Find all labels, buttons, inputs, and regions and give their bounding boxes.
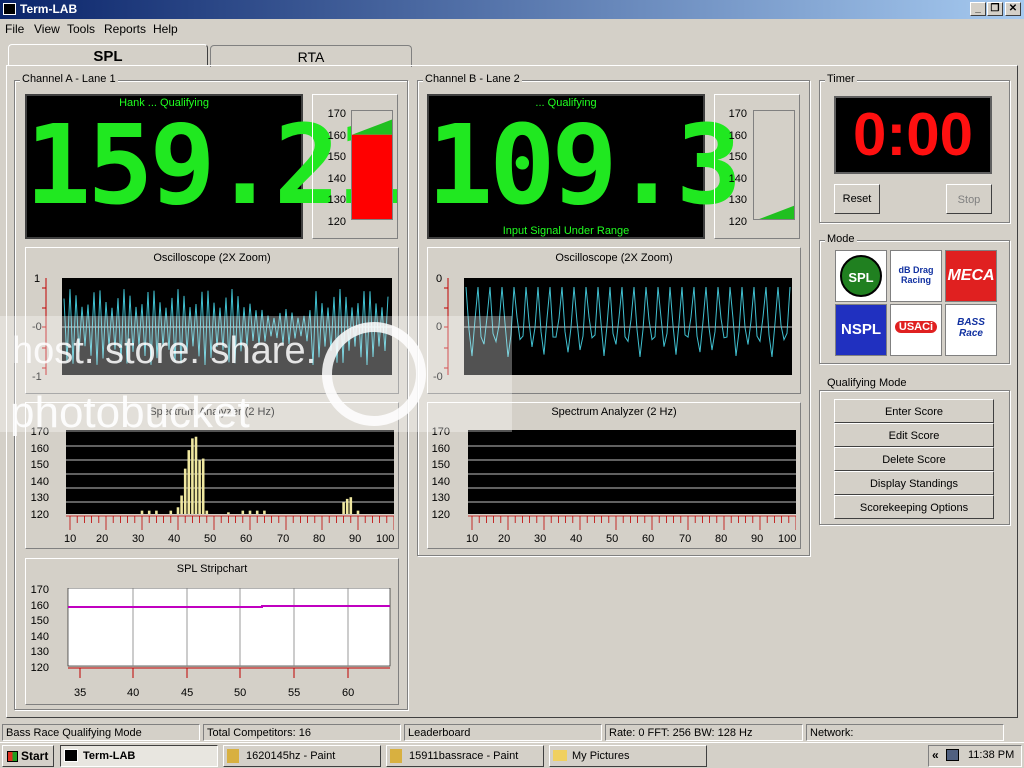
window-title: Term-LAB bbox=[20, 2, 78, 16]
menu-help[interactable]: Help bbox=[153, 22, 178, 36]
channel-a-level-scale: 170 160 150 140 130 120 bbox=[327, 108, 346, 228]
tab-spl[interactable]: SPL bbox=[8, 44, 208, 66]
channel-a-spectrum-y-axis: 170 160 150 140 130 120 bbox=[30, 426, 49, 521]
channel-b-note: Input Signal Under Range bbox=[502, 225, 630, 237]
display-standings-button[interactable]: Display Standings bbox=[834, 471, 994, 495]
mode-meca-icon[interactable]: MECA bbox=[945, 250, 997, 302]
start-label: Start bbox=[21, 749, 49, 763]
scorekeeping-options-button[interactable]: Scorekeeping Options bbox=[834, 495, 994, 519]
menu-reports[interactable]: Reports bbox=[104, 22, 146, 36]
channel-a-stripchart-title: SPL Stripchart bbox=[176, 563, 248, 575]
channel-a-spectrum-x-labels: 10 20 30 40 50 60 70 80 90 100 bbox=[64, 533, 395, 545]
channel-b-spectrum-x-ticks bbox=[468, 515, 796, 530]
channel-b-level-bar bbox=[753, 110, 795, 220]
windows-logo-icon bbox=[7, 751, 18, 762]
channel-b-spectrum-title: Spectrum Analyzer (2 Hz) bbox=[551, 406, 677, 418]
channel-b-spectrum-screen bbox=[468, 430, 796, 514]
channel-a-strip-line bbox=[68, 605, 390, 608]
status-mode: Bass Race Qualifying Mode bbox=[2, 724, 200, 741]
channel-a-osc-tick-mid: -0 bbox=[32, 321, 42, 333]
channel-a-stripchart bbox=[67, 588, 391, 678]
channel-b-spl-value: 109.3 bbox=[427, 101, 742, 229]
channel-a-level-bar-svg bbox=[352, 119, 392, 219]
menu-file[interactable]: File bbox=[5, 22, 24, 36]
taskbar-item-term-lab[interactable]: Term-LAB bbox=[60, 745, 218, 767]
taskbar-item-paint-2[interactable]: 15911bassrace - Paint bbox=[386, 745, 544, 767]
term-lab-task-icon bbox=[64, 749, 78, 762]
channel-a-spl-value: 159.21 bbox=[25, 101, 402, 229]
status-rate: Rate: 0 FFT: 256 BW: 128 Hz bbox=[605, 724, 803, 741]
paint-task-icon-2 bbox=[390, 749, 402, 763]
mode-nspl-icon[interactable]: NSPL bbox=[835, 304, 887, 356]
restore-icon[interactable]: ❐ bbox=[987, 2, 1003, 16]
minimize-icon[interactable]: _ bbox=[970, 2, 986, 16]
mode-dbdrag-icon[interactable]: dB Drag Racing bbox=[890, 250, 942, 302]
mode-label: Mode bbox=[825, 233, 857, 245]
channel-b-level-wedge bbox=[759, 205, 794, 219]
channel-b-oscilloscope bbox=[444, 278, 792, 375]
channel-b-level-bar-svg bbox=[759, 205, 794, 219]
channel-a-oscilloscope bbox=[42, 278, 392, 375]
channel-b-level-scale: 170 160 150 140 130 120 bbox=[728, 108, 747, 228]
delete-score-button[interactable]: Delete Score bbox=[834, 447, 994, 471]
folder-icon bbox=[553, 750, 567, 761]
channel-a-stripchart-x-labels: 35 40 45 50 55 60 bbox=[74, 687, 355, 699]
channel-a-level-wedge bbox=[352, 119, 392, 135]
enter-score-button[interactable]: Enter Score bbox=[834, 399, 994, 423]
taskbar-item-my-pictures[interactable]: My Pictures bbox=[549, 745, 707, 767]
timer-stop-button[interactable]: Stop bbox=[946, 184, 992, 214]
channel-a-level-fill bbox=[352, 134, 392, 219]
channel-a-osc-tick-top: 1 bbox=[34, 273, 41, 285]
network-tray-icon[interactable] bbox=[946, 749, 959, 761]
status-leaderboard: Leaderboard bbox=[404, 724, 602, 741]
status-competitors: Total Competitors: 16 bbox=[203, 724, 401, 741]
channel-a-strip-screen bbox=[67, 588, 391, 667]
channel-a-spectrum-screen bbox=[66, 430, 394, 514]
qualifying-label: Qualifying Mode bbox=[825, 377, 909, 389]
channel-a-osc-title: Oscilloscope (2X Zoom) bbox=[153, 252, 271, 264]
channel-b-osc-title: Oscilloscope (2X Zoom) bbox=[555, 252, 673, 264]
app-icon[interactable] bbox=[3, 3, 16, 15]
channel-a-osc-tick-bot: -1 bbox=[32, 371, 42, 383]
menu-bar: File View Tools Reports Help bbox=[0, 19, 1024, 37]
channel-b-spectrum-y-axis: 170 160 150 140 130 120 bbox=[431, 426, 450, 521]
channel-b-osc-tick-mid: 0 bbox=[436, 321, 443, 333]
channel-b-osc-tick-bot: -0 bbox=[433, 371, 443, 383]
timer-display: 0:00 bbox=[834, 96, 992, 174]
channel-a-label: Channel A - Lane 1 bbox=[20, 73, 118, 85]
close-icon[interactable]: ✕ bbox=[1005, 2, 1021, 16]
channel-b-osc-axis bbox=[444, 278, 449, 375]
channel-a-strip-ticks bbox=[68, 667, 390, 678]
channel-b-spectrum-x-labels: 10 20 30 40 50 60 70 80 90 100 bbox=[466, 533, 797, 545]
channel-a-level-bar bbox=[351, 110, 393, 220]
channel-a-spectrum-x-ticks bbox=[66, 515, 394, 530]
taskbar-item-paint-1[interactable]: 1620145hz - Paint bbox=[223, 745, 381, 767]
menu-tools[interactable]: Tools bbox=[67, 22, 95, 36]
edit-score-button[interactable]: Edit Score bbox=[834, 423, 994, 447]
timer-reset-button[interactable]: Reset bbox=[834, 184, 880, 214]
channel-b-spectrum bbox=[468, 430, 796, 530]
channel-a-spectrum-title: Spectrum Analyzer (2 Hz) bbox=[149, 406, 275, 418]
clock: 11:38 PM bbox=[968, 749, 1015, 761]
tab-rta[interactable]: RTA bbox=[210, 45, 412, 67]
mode-spl-icon[interactable]: SPL bbox=[835, 250, 887, 302]
mode-bassrace-icon[interactable]: BASS Race bbox=[945, 304, 997, 356]
status-network: Network: bbox=[806, 724, 1004, 741]
timer-label: Timer bbox=[825, 73, 857, 85]
title-bar: Term-LAB bbox=[0, 0, 1024, 19]
tray-expand-icon[interactable]: « bbox=[932, 748, 939, 762]
channel-a-spectrum bbox=[66, 430, 394, 530]
paint-task-icon bbox=[227, 749, 239, 763]
channel-a-osc-axis bbox=[42, 278, 47, 375]
channel-b-osc-tick-top: 0 bbox=[436, 273, 443, 285]
menu-view[interactable]: View bbox=[34, 22, 60, 36]
channel-a-stripchart-y-axis: 170 160 150 140 130 120 bbox=[30, 584, 49, 674]
channel-b-label: Channel B - Lane 2 bbox=[423, 73, 522, 85]
mode-usaci-icon[interactable]: USACi bbox=[890, 304, 942, 356]
start-button[interactable]: Start bbox=[2, 745, 54, 767]
